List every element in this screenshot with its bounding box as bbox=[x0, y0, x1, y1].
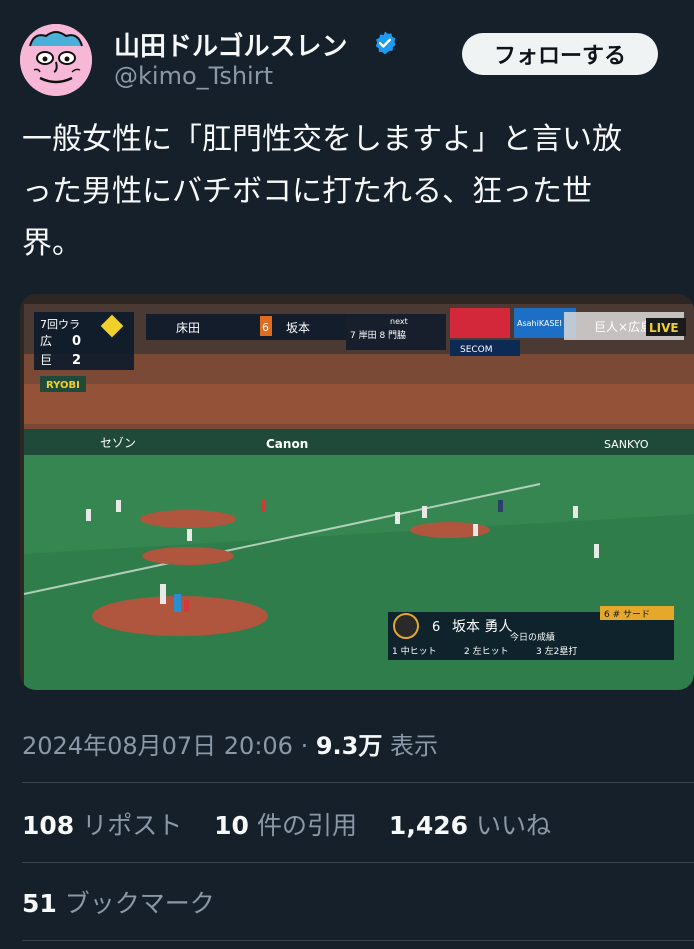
bookmarks-count: 51 bbox=[22, 889, 57, 918]
avatar-face-icon bbox=[20, 24, 92, 96]
score-value1: 0 bbox=[72, 334, 81, 349]
quotes-count: 10 bbox=[214, 811, 249, 840]
score-team1: 広 bbox=[40, 334, 52, 348]
meta-separator: · bbox=[292, 732, 316, 760]
tweet-meta: 2024年08月07日 20:06 · 9.3万 表示 bbox=[22, 726, 438, 761]
ad-sankyo: SANKYO bbox=[604, 438, 649, 451]
score-team2: 巨 bbox=[40, 353, 52, 367]
score-batter: 坂本 bbox=[286, 321, 310, 335]
verified-badge-icon bbox=[375, 31, 396, 55]
views-label: 表示 bbox=[382, 732, 438, 760]
ad-secom: SECOM bbox=[460, 345, 493, 355]
score-next-batters: 7 岸田 8 門脇 bbox=[350, 330, 406, 341]
divider bbox=[22, 862, 694, 863]
score-pitcher: 床田 bbox=[176, 321, 200, 335]
quotes-stat[interactable]: 10 件の引用 bbox=[214, 811, 357, 840]
ad-saison: セゾン bbox=[100, 436, 136, 450]
divider bbox=[22, 782, 694, 783]
bookmarks-label: ブックマーク bbox=[64, 889, 215, 918]
engagement-stats: 108 リポスト 10 件の引用 1,426 いいね bbox=[22, 806, 575, 842]
divider bbox=[22, 940, 694, 941]
likes-count: 1,426 bbox=[388, 811, 468, 840]
likes-label: いいね bbox=[476, 811, 552, 840]
baseball-broadcast-photo: セゾン Canon SANKYO 7回ウラ 広 0 巨 2 床田 6 坂本 ne… bbox=[20, 294, 694, 690]
author-handle[interactable]: @kimo_Tshirt bbox=[114, 62, 273, 90]
reposts-count: 108 bbox=[22, 811, 75, 840]
views-count: 9.3万 bbox=[315, 732, 383, 760]
card-name: 坂本 勇人 bbox=[452, 619, 512, 635]
ad-asahi: AsahiKASEI bbox=[517, 319, 562, 328]
bookmarks-stat[interactable]: 51 ブックマーク bbox=[22, 884, 215, 920]
score-batter-number: 6 bbox=[262, 321, 269, 334]
reposts-stat[interactable]: 108 リポスト bbox=[22, 811, 182, 840]
ad-canon: Canon bbox=[266, 437, 308, 451]
author-display-name[interactable]: 山田ドルゴルスレン bbox=[114, 26, 347, 63]
score-inning: 7回ウラ bbox=[40, 318, 80, 331]
quotes-label: 件の引用 bbox=[256, 811, 357, 840]
follow-button[interactable]: フォローする bbox=[462, 33, 658, 75]
card-today-label: 今日の成績 bbox=[510, 631, 555, 643]
live-badge: LIVE bbox=[649, 321, 679, 335]
author-avatar[interactable] bbox=[20, 24, 92, 96]
tweet-media-photo[interactable]: セゾン Canon SANKYO 7回ウラ 広 0 巨 2 床田 6 坂本 ne… bbox=[20, 294, 694, 690]
score-next-label: next bbox=[390, 317, 408, 326]
card-atbat-1: 1 中ヒット bbox=[392, 645, 437, 657]
ad-ryobi: RYOBI bbox=[46, 380, 80, 391]
card-number: 6 bbox=[432, 620, 440, 635]
likes-stat[interactable]: 1,426 いいね bbox=[389, 811, 551, 840]
tweet-text: 一般女性に「肛門性交をしますよ」と言い放 った男性にバチボコに打たれる、狂った世… bbox=[22, 122, 622, 261]
score-value2: 2 bbox=[72, 353, 81, 368]
tweet-header: 山田ドルゴルスレン @kimo_Tshirt フォローする bbox=[0, 0, 694, 100]
broadcast-matchup: 巨人×広島 bbox=[594, 319, 652, 334]
card-atbat-2: 2 左ヒット bbox=[464, 645, 509, 657]
tweet-datetime[interactable]: 2024年08月07日 20:06 bbox=[22, 732, 293, 760]
card-atbat-3: 3 左2塁打 bbox=[536, 645, 577, 657]
card-position: 6 # サード bbox=[604, 609, 650, 620]
reposts-label: リポスト bbox=[82, 811, 183, 840]
